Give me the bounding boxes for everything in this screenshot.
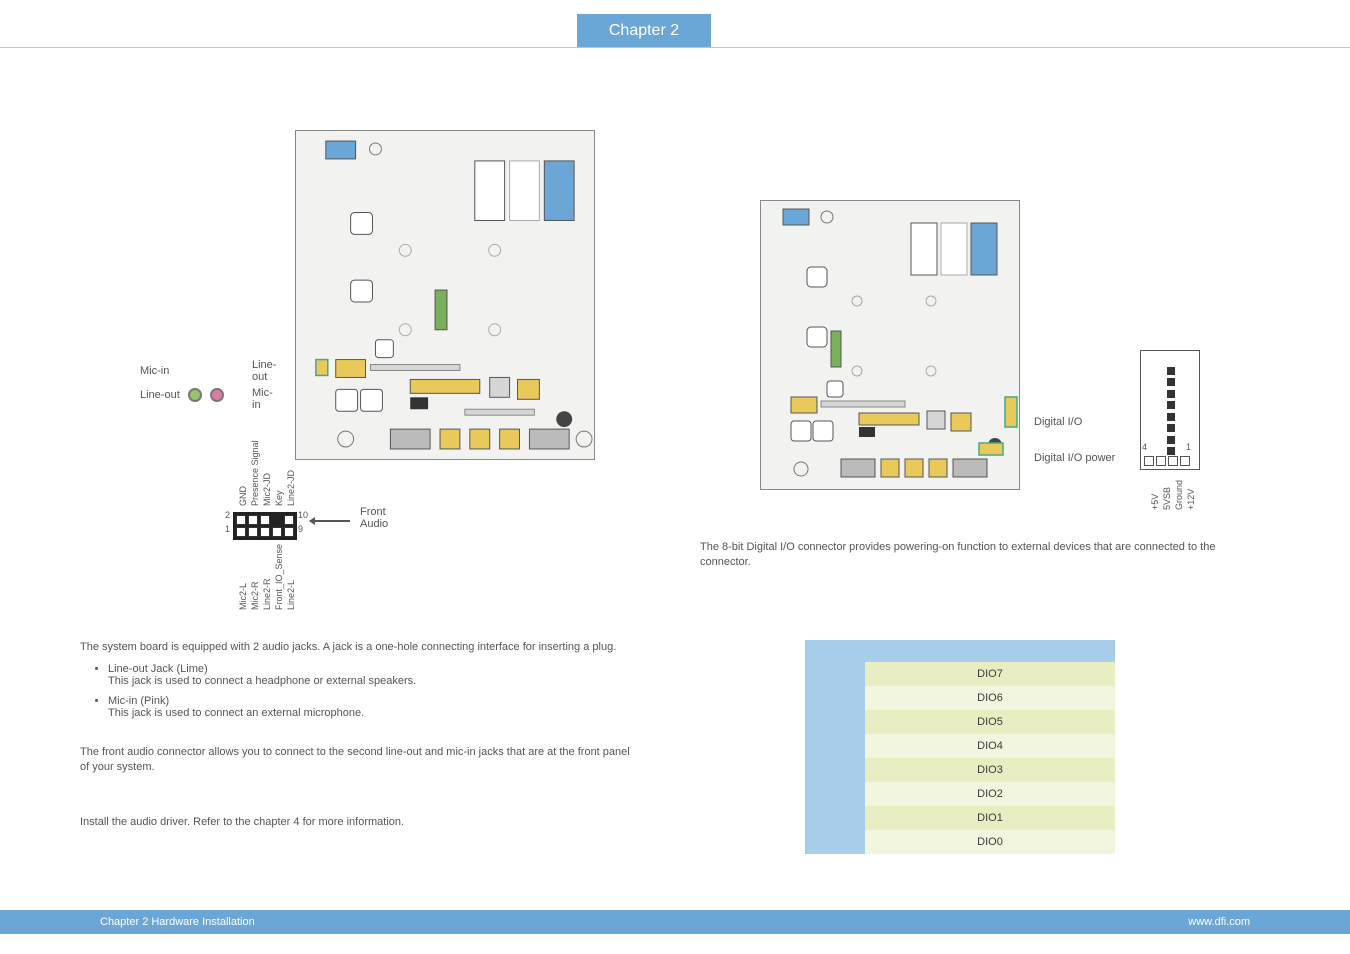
pin-label-mic2l: Mic2-L — [238, 583, 248, 610]
motherboard-diagram-left — [295, 130, 595, 460]
table-header-fn — [865, 640, 1115, 662]
lime-jack-icon — [188, 388, 202, 402]
digital-io-label: Digital I/O — [1034, 416, 1082, 428]
mic-in-jack-title: Mic-in (Pink) — [108, 695, 169, 707]
pin-label-key: Key — [274, 490, 284, 506]
front-audio-label: Front Audio — [360, 506, 388, 530]
table-cell — [805, 806, 865, 830]
footer-right: www.dfi.com — [1188, 916, 1250, 928]
power-pin-ground: Ground — [1174, 480, 1184, 510]
table-cell — [805, 782, 865, 806]
arrow-icon — [310, 520, 350, 522]
rear-audio-paragraph: The system board is equipped with 2 audi… — [80, 640, 640, 655]
pin-num-1: 1 — [225, 524, 230, 534]
divider — [0, 47, 1350, 48]
pin-num-10: 10 — [298, 510, 308, 520]
left-column: Mic-in Line-out Line-out Mic-in 2 1 10 9… — [80, 130, 640, 829]
audio-jack-callouts: Mic-in Line-out Line-out Mic-in — [140, 361, 224, 405]
table-header-pin — [805, 640, 865, 662]
pin-num-2: 2 — [225, 510, 230, 520]
front-audio-pin-header — [233, 512, 297, 540]
page: Chapter 2 — [0, 0, 1350, 954]
table-cell: DIO5 — [865, 710, 1115, 734]
right-column: Digital I/O Digital I/O power 4 1 +5V 5V… — [700, 200, 1260, 570]
front-audio-paragraph: The front audio connector allows you to … — [80, 745, 640, 775]
power-pin-12v: +12V — [1186, 489, 1196, 510]
audio-jack-list: Line-out Jack (Lime) This jack is used t… — [108, 663, 640, 719]
power-pin-5vsb: 5VSB — [1162, 487, 1172, 510]
driver-paragraph: Install the audio driver. Refer to the c… — [80, 815, 640, 830]
table-cell — [805, 686, 865, 710]
pin-label-line2r: Line2-R — [262, 578, 272, 610]
motherboard-diagram-right — [760, 200, 1020, 490]
footer-left: Chapter 2 Hardware Installation — [100, 916, 255, 928]
table-cell: DIO2 — [865, 782, 1115, 806]
line-out-jack-body: This jack is used to connect a headphone… — [108, 675, 640, 687]
pin-num-9: 9 — [298, 524, 303, 534]
table-cell: DIO6 — [865, 686, 1115, 710]
pin-label-fiosense: Front_IO_Sense — [274, 544, 284, 610]
pin4-label-1: 1 — [1186, 442, 1191, 452]
pin4-label-4: 4 — [1142, 442, 1147, 452]
table-cell — [805, 710, 865, 734]
table-cell: DIO1 — [865, 806, 1115, 830]
table-cell: DIO4 — [865, 734, 1115, 758]
power-pin-5v: +5V — [1150, 494, 1160, 510]
mic-in-jack-body: This jack is used to connect an external… — [108, 707, 640, 719]
line-out-jack-title: Line-out Jack (Lime) — [108, 663, 208, 675]
table-cell — [805, 662, 865, 686]
digital-io-power-label: Digital I/O power — [1034, 452, 1115, 464]
pin-label-line2jd: Line2-JD — [286, 470, 296, 506]
digital-io-connector-detail — [1140, 350, 1200, 470]
mic-in-label-right: Mic-in — [252, 387, 273, 411]
pin-label-mic2jd: Mic2-JD — [262, 473, 272, 506]
table-cell: DIO7 — [865, 662, 1115, 686]
pin-label-presence: Presence Signal — [250, 440, 260, 506]
table-cell — [805, 830, 865, 854]
pin-label-mic2r: Mic2-R — [250, 582, 260, 611]
table-cell: DIO3 — [865, 758, 1115, 782]
digital-io-pin-table: DIO7 DIO6 DIO5 DIO4 DIO3 DIO2 DIO1 DIO0 — [805, 640, 1115, 854]
table-cell — [805, 758, 865, 782]
digital-io-power-pinheader — [1144, 456, 1190, 466]
pin-label-line2l: Line2-L — [286, 580, 296, 610]
line-out-label-left: Line-out — [140, 389, 180, 401]
pink-jack-icon — [210, 388, 224, 402]
pin-label-gnd: GND — [238, 486, 248, 506]
table-cell: DIO0 — [865, 830, 1115, 854]
page-footer: Chapter 2 Hardware Installation www.dfi.… — [0, 910, 1350, 934]
mic-in-label-top: Mic-in — [140, 365, 169, 377]
digital-io-paragraph: The 8-bit Digital I/O connector provides… — [700, 540, 1260, 570]
chapter-tab: Chapter 2 — [577, 14, 711, 48]
line-out-label-top: Line-out — [252, 359, 276, 383]
table-cell — [805, 734, 865, 758]
